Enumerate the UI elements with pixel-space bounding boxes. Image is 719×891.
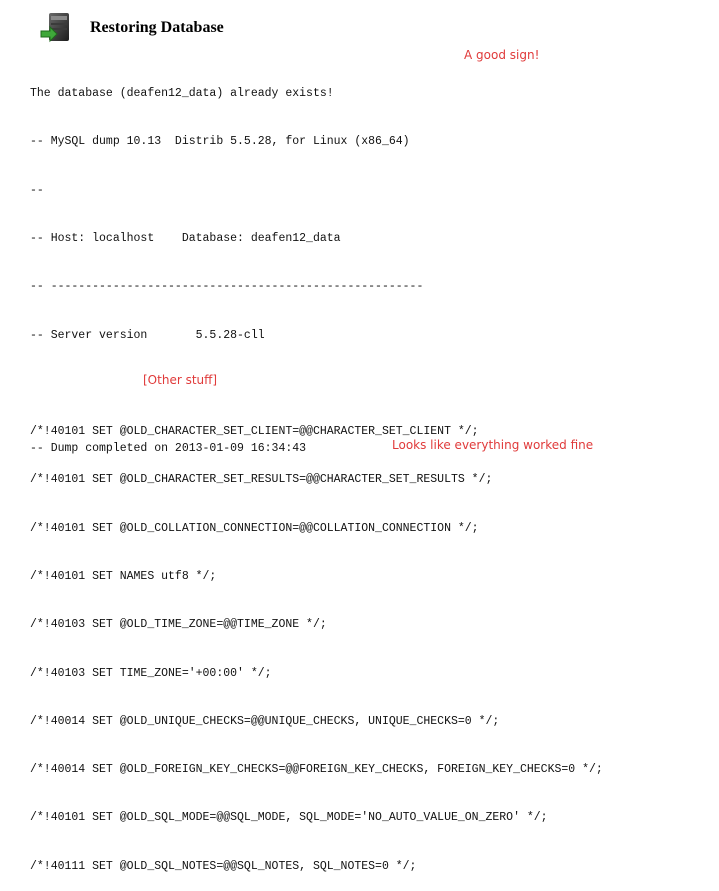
log-line: /*!40101 SET @OLD_SQL_MODE=@@SQL_MODE, S… bbox=[30, 811, 548, 825]
log-line: /*!40103 SET @OLD_TIME_ZONE=@@TIME_ZONE … bbox=[30, 618, 327, 632]
log-line: -- Server version 5.5.28-cll bbox=[30, 328, 265, 342]
log-line: /*!40014 SET @OLD_FOREIGN_KEY_CHECKS=@@F… bbox=[30, 763, 603, 777]
log-line: /*!40014 SET @OLD_UNIQUE_CHECKS=@@UNIQUE… bbox=[30, 714, 500, 728]
restore-log-output: The database (deafen12_data) already exi… bbox=[30, 54, 603, 891]
page-header: Restoring Database bbox=[40, 8, 224, 48]
log-line: -- Host: localhost Database: deafen12_da… bbox=[30, 232, 341, 246]
page-title: Restoring Database bbox=[90, 19, 224, 36]
dump-completed-line: -- Dump completed on 2013-01-09 16:34:43 bbox=[30, 442, 307, 455]
log-line: /*!40111 SET @OLD_SQL_NOTES=@@SQL_NOTES,… bbox=[30, 859, 417, 873]
log-line: -- bbox=[30, 183, 44, 197]
log-line: /*!40103 SET TIME_ZONE='+00:00' */; bbox=[30, 666, 272, 680]
annotation-good-sign: A good sign! bbox=[464, 48, 540, 62]
database-restore-icon bbox=[40, 11, 74, 45]
log-line: /*!40101 SET @OLD_COLLATION_CONNECTION=@… bbox=[30, 521, 479, 535]
log-blank-line bbox=[30, 376, 603, 392]
log-line: The database (deafen12_data) already exi… bbox=[30, 87, 334, 101]
log-line: -- MySQL dump 10.13 Distrib 5.5.28, for … bbox=[30, 135, 410, 149]
annotation-worked-fine: Looks like everything worked fine bbox=[392, 438, 594, 452]
log-line: /*!40101 SET NAMES utf8 */; bbox=[30, 570, 217, 583]
annotation-other-stuff: [Other stuff] bbox=[143, 373, 218, 387]
log-line: -- -------------------------------------… bbox=[30, 280, 424, 294]
log-line: /*!40101 SET @OLD_CHARACTER_SET_RESULTS=… bbox=[30, 473, 493, 487]
